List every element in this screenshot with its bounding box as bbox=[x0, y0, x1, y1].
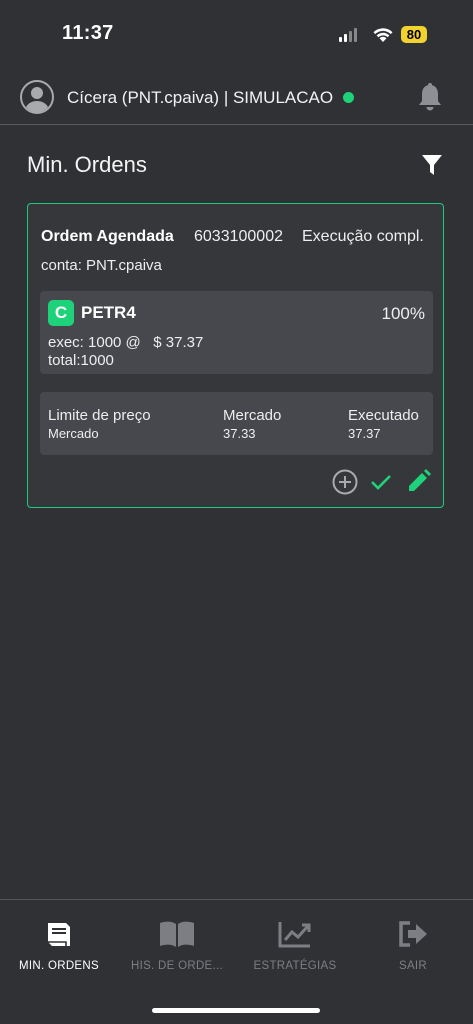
nav-label: SAIR bbox=[398, 960, 428, 972]
status-time: 11:37 bbox=[62, 22, 114, 44]
nav-item-estrategias[interactable]: ESTRATÉGIAS bbox=[236, 918, 354, 972]
filter-icon[interactable] bbox=[421, 153, 443, 177]
order-type: Ordem Agendada bbox=[41, 228, 174, 245]
logout-icon bbox=[399, 921, 427, 947]
nav-item-min-ordens[interactable]: MIN. ORDENS bbox=[0, 918, 118, 972]
online-status-dot bbox=[343, 92, 354, 103]
asset-symbol: PETR4 bbox=[81, 303, 136, 322]
order-status: Execução compl. bbox=[302, 228, 424, 245]
avatar-icon[interactable] bbox=[20, 80, 54, 114]
order-id: 6033100002 bbox=[194, 228, 283, 245]
open-book-icon bbox=[160, 921, 194, 947]
header-divider bbox=[0, 124, 473, 125]
market-label: Mercado bbox=[223, 407, 282, 424]
signal-icon bbox=[339, 27, 357, 42]
price-limit-label: Limite de preço bbox=[48, 407, 151, 424]
chart-line-icon bbox=[278, 922, 311, 948]
asset-panel: C PETR4 100% exec: 1000 @ $ 37.37 total:… bbox=[40, 291, 433, 374]
home-indicator[interactable] bbox=[152, 1008, 320, 1013]
nav-divider bbox=[0, 899, 473, 900]
executed-value: 37.37 bbox=[348, 426, 381, 441]
nav-label: ESTRATÉGIAS bbox=[253, 960, 337, 972]
nav-label: MIN. ORDENS bbox=[19, 960, 99, 972]
edit-pencil-icon[interactable] bbox=[406, 468, 432, 494]
user-account-label: Cícera (PNT.cpaiva) | SIMULACAO bbox=[67, 88, 334, 107]
order-card[interactable]: Ordem Agendada 6033100002 Execução compl… bbox=[27, 203, 444, 508]
order-account: conta: PNT.cpaiva bbox=[41, 257, 162, 274]
executed-label: Executado bbox=[348, 407, 419, 424]
bell-icon[interactable] bbox=[416, 82, 444, 112]
market-value: 37.33 bbox=[223, 426, 256, 441]
price-limit-value: Mercado bbox=[48, 426, 99, 441]
add-circle-icon[interactable] bbox=[331, 468, 359, 496]
battery-indicator: 80 bbox=[401, 26, 427, 43]
execution-detail: exec: 1000 @ $ 37.37 bbox=[48, 334, 204, 351]
nav-item-his-de-ordens[interactable]: HIS. DE ORDE... bbox=[118, 918, 236, 972]
book-icon bbox=[48, 923, 70, 946]
check-icon[interactable] bbox=[369, 470, 393, 494]
nav-label: HIS. DE ORDE... bbox=[130, 960, 224, 972]
execution-percent: 100% bbox=[381, 304, 425, 323]
asset-type-badge: C bbox=[48, 300, 74, 326]
nav-item-sair[interactable]: SAIR bbox=[354, 918, 472, 972]
price-panel: Limite de preço Mercado Mercado 37.33 Ex… bbox=[40, 392, 433, 455]
wifi-icon bbox=[373, 28, 393, 42]
execution-total: total:1000 bbox=[48, 352, 114, 369]
page-title: Min. Ordens bbox=[27, 152, 147, 177]
